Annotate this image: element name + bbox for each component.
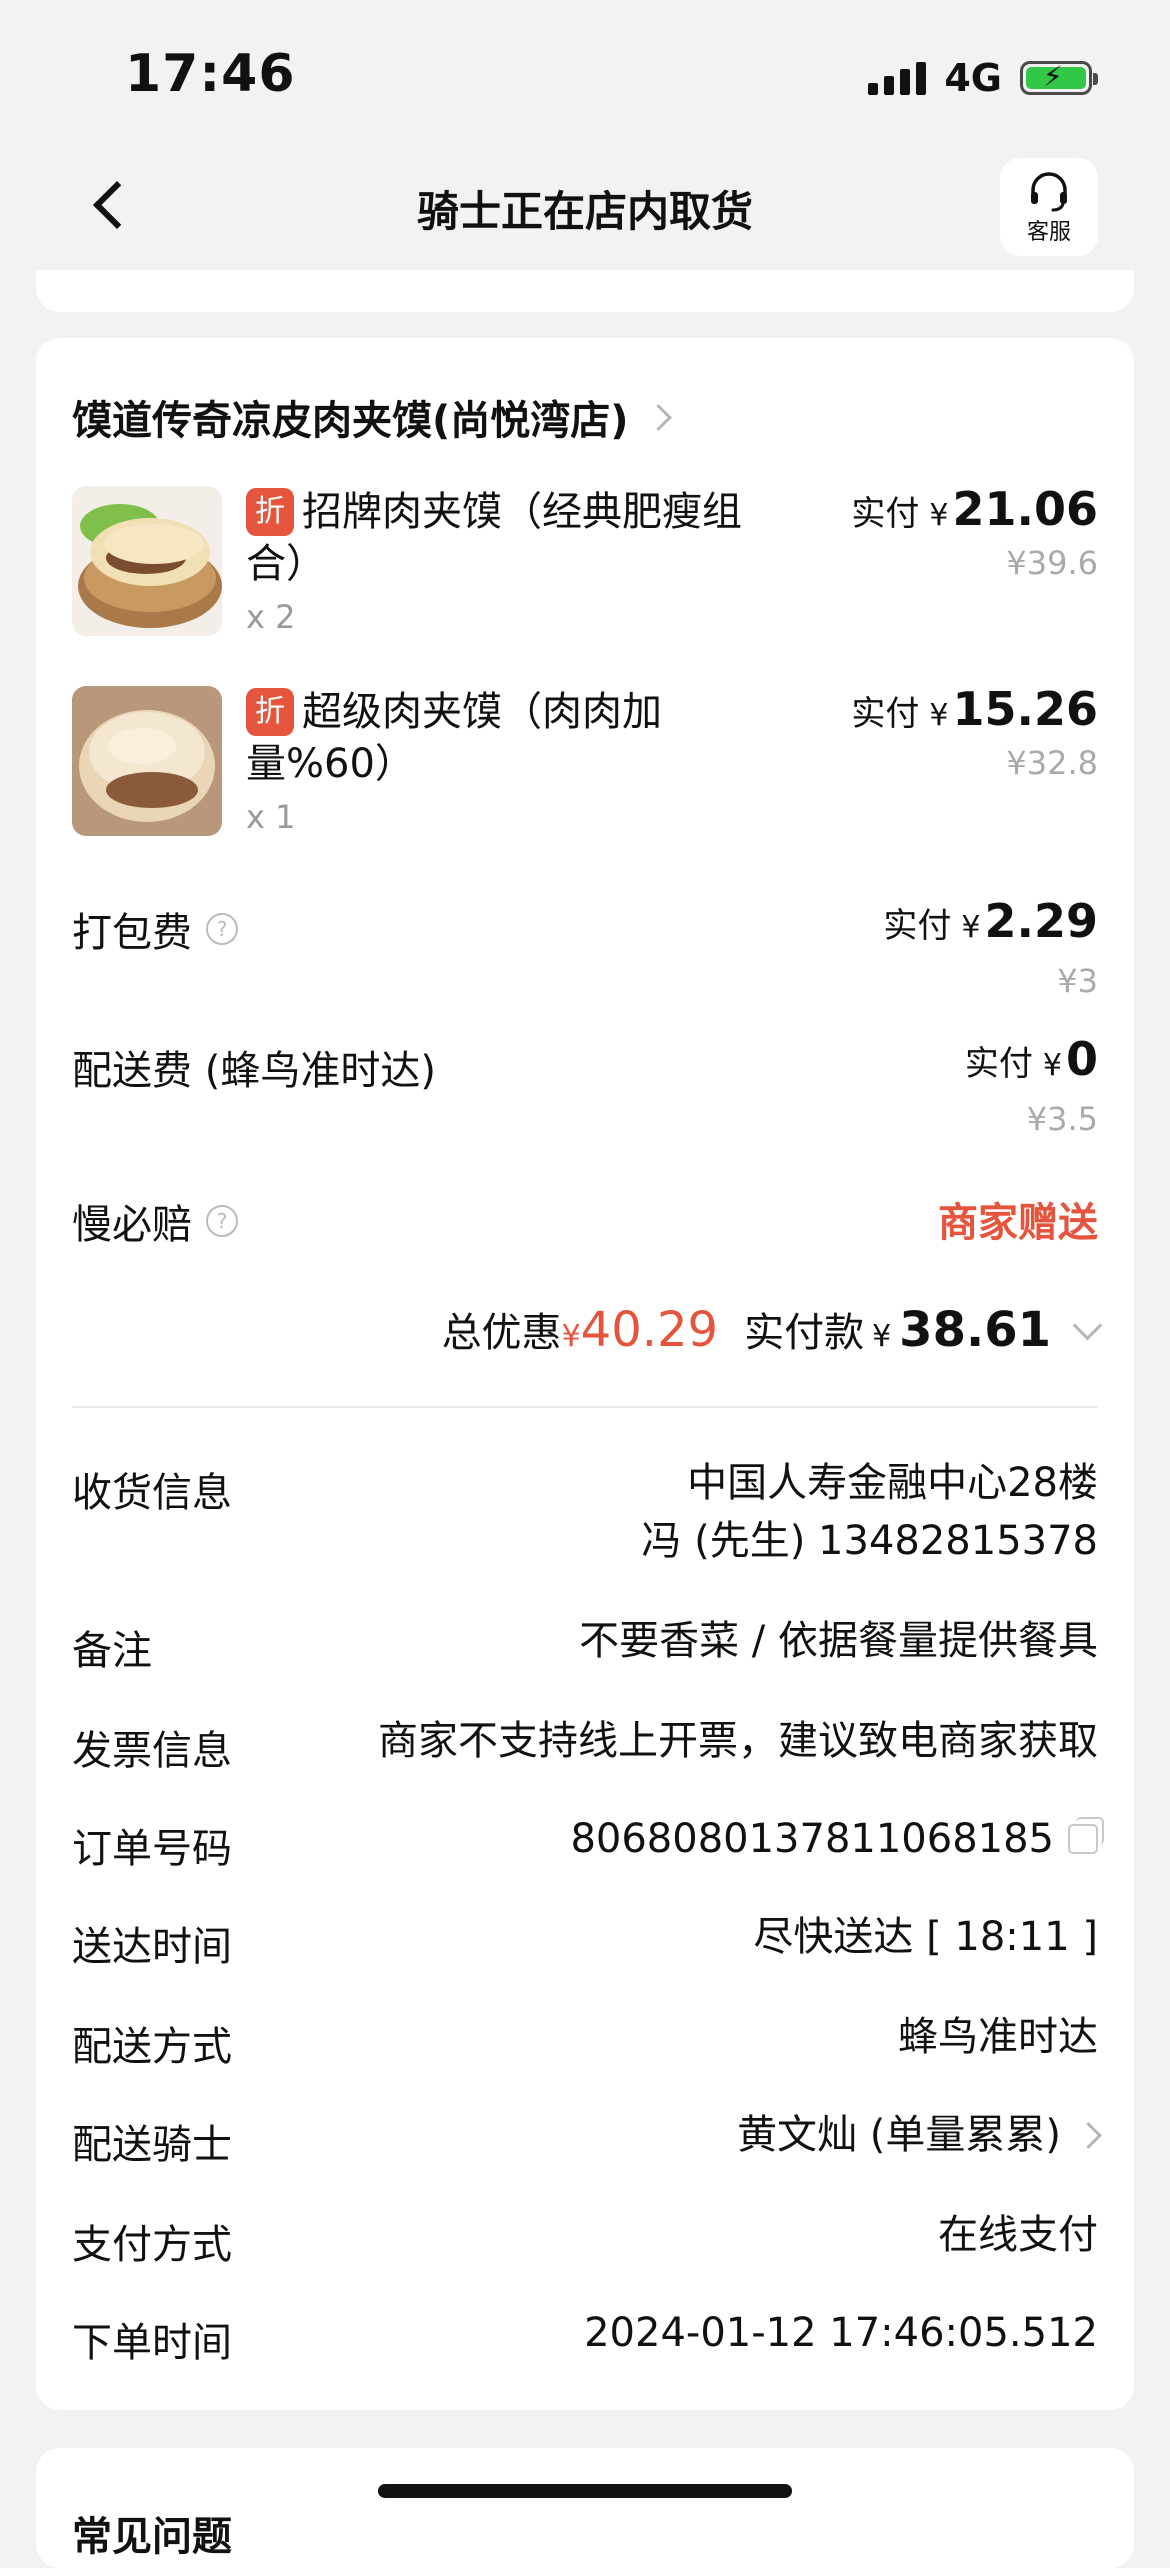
rider-link[interactable]: 黄文灿 (单量累累)	[737, 2106, 1102, 2164]
faq-card: 常见问题	[36, 2448, 1134, 2568]
remark-label: 备注	[72, 1628, 152, 1674]
total-paid-label: 实付款	[744, 1310, 865, 1356]
receiver-label: 收货信息	[72, 1470, 232, 1516]
store-link[interactable]: 馍道传奇凉皮肉夹馍(尚悦湾店)	[72, 388, 672, 446]
rider-label: 配送骑士	[72, 2122, 232, 2168]
item-original-price-2: ¥32.8	[1006, 744, 1098, 782]
customer-service-label: 客服	[1026, 220, 1071, 245]
delivery-time-value: 尽快送达 [ 18:11 ]	[753, 1914, 1098, 1960]
item-qty-2: x 1	[246, 798, 296, 836]
total-discount-amount: 40.29	[580, 1302, 719, 1358]
divider	[72, 1406, 1098, 1408]
customer-service-button[interactable]: 客服	[1000, 158, 1098, 256]
item-image-1	[72, 486, 222, 636]
status-time: 17:46	[125, 44, 296, 104]
faq-title: 常见问题	[72, 2514, 232, 2560]
chevron-right-icon	[1075, 2121, 1102, 2149]
item-original-price-1: ¥39.6	[1006, 544, 1098, 582]
packing-fee-paid: 实付 ¥2.29	[883, 894, 1098, 948]
headset-icon	[1031, 172, 1067, 212]
invoice-label: 发票信息	[72, 1728, 232, 1774]
delivery-method-label: 配送方式	[72, 2024, 232, 2070]
chevron-right-icon	[644, 403, 672, 431]
rider-value: 黄文灿 (单量累累)	[737, 2112, 1061, 2158]
item-image-2	[72, 686, 222, 836]
packing-fee-original: ¥3	[1057, 962, 1098, 1000]
discount-badge: 折	[246, 688, 294, 736]
receiver-address: 中国人寿金融中心28楼	[687, 1460, 1098, 1506]
delivery-method-value: 蜂鸟准时达	[898, 2014, 1098, 2060]
copy-icon[interactable]	[1068, 1817, 1104, 1854]
help-icon[interactable]: ?	[206, 1205, 238, 1237]
item-paid-1: 实付 ¥21.06	[851, 482, 1098, 536]
payment-method-value: 在线支付	[938, 2212, 1098, 2258]
home-indicator[interactable]	[378, 2484, 792, 2498]
discount-badge: 折	[246, 488, 294, 536]
order-time-label: 下单时间	[72, 2320, 232, 2366]
order-card: 馍道传奇凉皮肉夹馍(尚悦湾店) 折招牌肉夹馍（经典肥瘦组合） x 2 实付 ¥21…	[36, 338, 1134, 2410]
nav-bar: 骑士正在店内取货 客服	[0, 150, 1170, 270]
remark-value: 不要香菜 / 依据餐量提供餐具	[579, 1618, 1098, 1664]
order-number-label: 订单号码	[72, 1826, 232, 1872]
receiver-contact: 冯 (先生) 13482815378	[641, 1518, 1098, 1564]
status-bar: 17:46 4G ⚡	[0, 0, 1170, 150]
receiver-value: 中国人寿金融中心28楼 冯 (先生) 13482815378	[641, 1454, 1098, 1570]
page-title: 骑士正在店内取货	[416, 187, 753, 236]
delivery-fee-label: 配送费 (蜂鸟准时达)	[72, 1048, 436, 1094]
help-icon[interactable]: ?	[206, 913, 238, 945]
delivery-fee-original: ¥3.5	[1026, 1100, 1098, 1138]
previous-card	[36, 270, 1134, 312]
order-number-value: 8068080137811068185	[570, 1810, 1104, 1868]
store-name: 馍道传奇凉皮肉夹馍(尚悦湾店)	[72, 398, 629, 444]
chevron-down-icon[interactable]	[1072, 1310, 1103, 1341]
payment-method-label: 支付方式	[72, 2222, 232, 2268]
battery-icon: ⚡	[1020, 60, 1098, 95]
item-name-2: 折超级肉夹馍（肉肉加量%60）	[246, 688, 662, 787]
delivery-fee-paid: 实付 ¥0	[964, 1032, 1098, 1086]
total-paid-amount: 38.61	[899, 1302, 1051, 1358]
item-paid-2: 实付 ¥15.26	[851, 682, 1098, 736]
total-discount-label: 总优惠	[441, 1310, 562, 1356]
merchant-gift-tag: 商家赠送	[938, 1200, 1098, 1246]
item-qty-1: x 2	[246, 598, 296, 636]
packing-fee-label: 打包费 ?	[72, 900, 238, 958]
network-type: 4G	[944, 56, 1002, 100]
order-time-value: 2024-01-12 17:46:05.512	[584, 2310, 1098, 2356]
slow-compensation-label: 慢必赔 ?	[72, 1192, 238, 1250]
signal-icon	[868, 61, 927, 95]
status-icons: 4G ⚡	[868, 56, 1098, 100]
order-total-summary[interactable]: 总优惠 ¥ 40.29 实付款 ¥ 38.61	[441, 1300, 1103, 1358]
invoice-value: 商家不支持线上开票，建议致电商家获取	[378, 1718, 1098, 1764]
delivery-time-label: 送达时间	[72, 1924, 232, 1970]
item-name-1: 折招牌肉夹馍（经典肥瘦组合）	[246, 488, 742, 587]
